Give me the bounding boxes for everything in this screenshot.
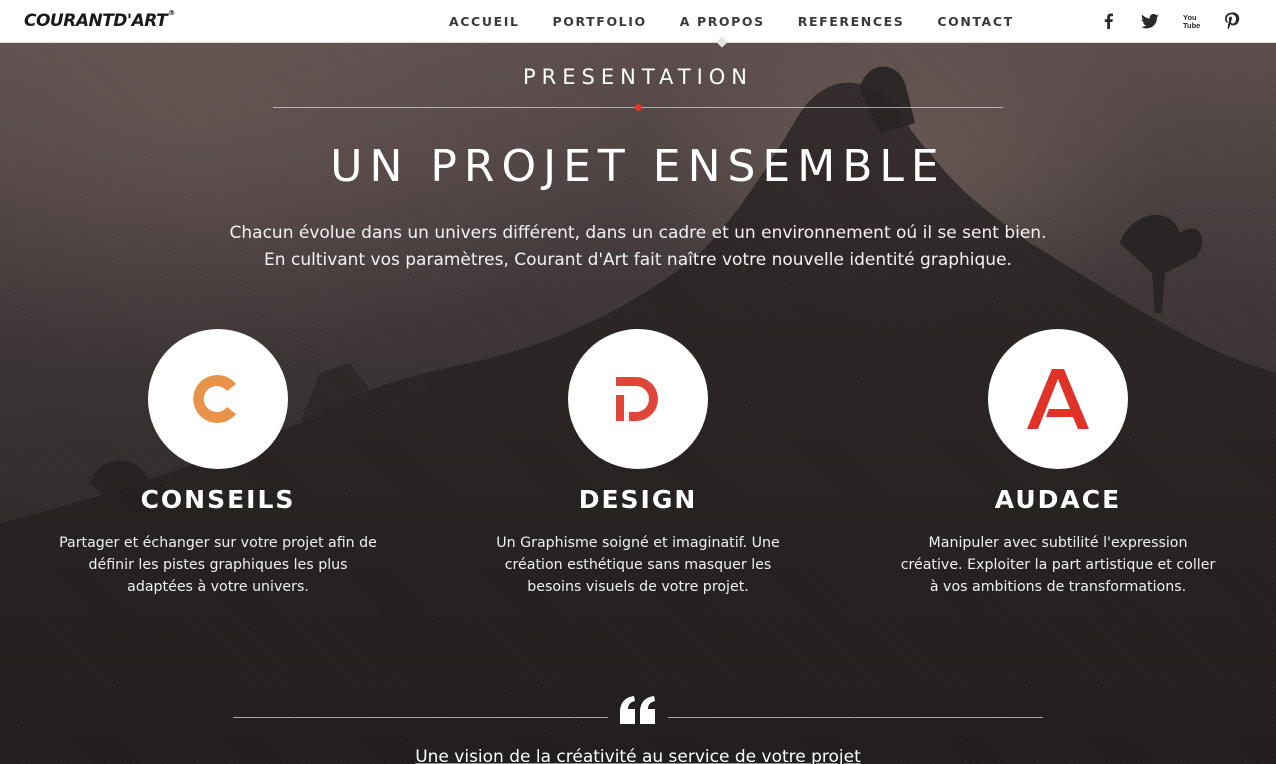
feature-design: DESIGN Un Graphisme soigné et imaginatif… (473, 329, 803, 598)
pinterest-icon[interactable] (1222, 11, 1242, 31)
letter-c-icon (193, 375, 236, 423)
feature-conseils: CONSEILS Partager et échanger sur votre … (53, 329, 383, 598)
site-logo[interactable]: COURANTD'ART ® (24, 9, 175, 33)
nav-contact[interactable]: CONTACT (937, 14, 1013, 29)
feature-audace: AUDACE Manipuler avec subtilité l'expres… (893, 329, 1223, 598)
feature-description: Partager et échanger sur votre projet af… (59, 535, 377, 595)
nav-portfolio[interactable]: PORTFOLIO (553, 14, 647, 29)
design-logo-circle (568, 329, 708, 469)
letter-a-icon (1027, 369, 1089, 429)
quote-divider-left (233, 717, 608, 718)
top-navbar: COURANTD'ART ® ACCUEIL PORTFOLIO A PROPO… (0, 0, 1276, 43)
quote-divider-right (668, 717, 1043, 718)
feature-title: AUDACE (994, 485, 1122, 514)
nav-a-propos[interactable]: A PROPOS (680, 14, 765, 29)
conseils-logo-circle (148, 329, 288, 469)
section-title: PRESENTATION (522, 65, 754, 89)
svg-text:Tube: Tube (1183, 21, 1200, 30)
main-nav: ACCUEIL PORTFOLIO A PROPOS REFERENCES CO… (449, 14, 1047, 29)
feature-title: CONSEILS (140, 485, 296, 514)
quote-icon (620, 696, 655, 724)
intro-line-1: Chacun évolue dans un univers différent,… (229, 223, 1047, 243)
logo-registered-mark: ® (168, 9, 175, 17)
presentation-section: PRESENTATION UN PROJET ENSEMBLE Chacun é… (0, 43, 1276, 764)
social-links: You Tube (1099, 11, 1242, 31)
feature-description: Un Graphisme soigné et imaginatif. Une c… (496, 535, 780, 595)
quote-text: Une vision de la créativité au service d… (415, 747, 861, 764)
divider-dot (635, 104, 642, 111)
facebook-icon[interactable] (1099, 11, 1119, 31)
twitter-icon[interactable] (1140, 11, 1160, 31)
nav-accueil[interactable]: ACCUEIL (449, 14, 520, 29)
intro-line-2: En cultivant vos paramètres, Courant d'A… (264, 250, 1012, 270)
feature-description: Manipuler avec subtilité l'expression cr… (900, 535, 1216, 595)
youtube-icon[interactable]: You Tube (1181, 11, 1201, 31)
nav-references[interactable]: REFERENCES (798, 14, 905, 29)
audace-logo-circle (988, 329, 1128, 469)
letter-d-icon (616, 377, 658, 421)
headline: UN PROJET ENSEMBLE (330, 141, 946, 192)
feature-title: DESIGN (578, 485, 698, 514)
intro-text: Chacun évolue dans un univers différent,… (0, 220, 1276, 274)
logo-text: COURANTD'ART (24, 11, 168, 31)
